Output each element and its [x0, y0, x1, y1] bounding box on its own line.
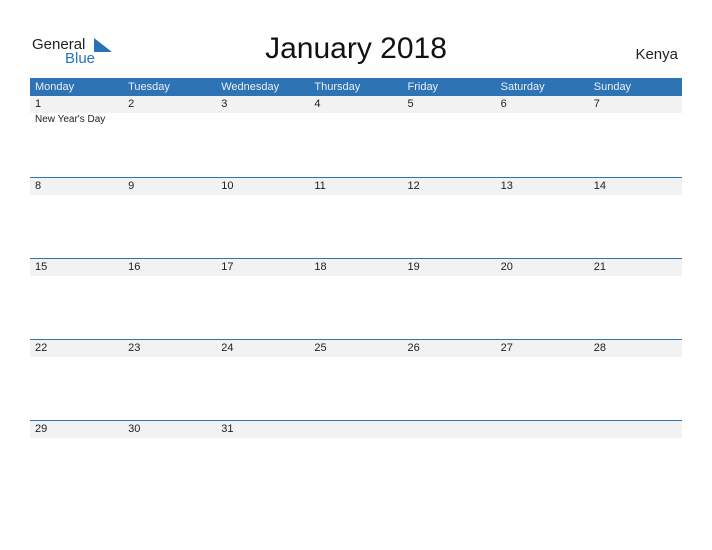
day-event: New Year's Day — [35, 114, 106, 125]
day-event — [216, 113, 309, 127]
day-number: 22 — [35, 342, 48, 354]
weekday-tuesday: Tuesday — [128, 81, 170, 93]
weekday-sunday: Sunday — [593, 81, 632, 93]
day-number: 26 — [407, 342, 420, 354]
day-number: 2 — [128, 98, 135, 110]
day-number: 31 — [221, 423, 234, 435]
day-number: 6 — [500, 98, 507, 110]
day-number: 16 — [128, 261, 141, 273]
week-row: 22 23 24 25 26 27 28 — [30, 339, 682, 421]
day-number: 5 — [407, 98, 414, 110]
day-number: 19 — [407, 261, 420, 273]
day-number: 27 — [500, 342, 513, 354]
day-number — [403, 421, 496, 438]
country-label: Kenya — [635, 46, 678, 63]
weekday-header: Monday Tuesday Wednesday Thursday Friday… — [30, 78, 682, 96]
day-number: 30 — [128, 423, 141, 435]
week-row: 15 16 17 18 19 20 21 — [30, 258, 682, 340]
day-number: 24 — [221, 342, 234, 354]
day-number-row: 1 2 3 4 5 6 7 — [30, 96, 682, 113]
day-number: 29 — [35, 423, 48, 435]
day-number: 8 — [35, 180, 42, 192]
week-row: 8 9 10 11 12 13 14 — [30, 177, 682, 259]
page-title: January 2018 — [265, 32, 447, 65]
day-number: 3 — [221, 98, 228, 110]
day-number — [496, 421, 589, 438]
day-number — [309, 421, 402, 438]
day-number: 4 — [314, 98, 321, 110]
weekday-thursday: Thursday — [314, 81, 361, 93]
day-number: 18 — [314, 261, 327, 273]
day-number: 28 — [593, 342, 606, 354]
day-number: 23 — [128, 342, 141, 354]
day-number: 20 — [500, 261, 513, 273]
day-event — [589, 113, 682, 127]
day-event — [123, 113, 216, 127]
day-number: 1 — [35, 98, 42, 110]
day-number-row: 22 23 24 25 26 27 28 — [30, 340, 682, 357]
weekday-saturday: Saturday — [500, 81, 545, 93]
weekday-wednesday: Wednesday — [221, 81, 280, 93]
weekday-friday: Friday — [407, 81, 439, 93]
week-row: 1 2 3 4 5 6 7 New Year's Day — [30, 96, 682, 177]
day-number: 11 — [314, 180, 326, 192]
day-number: 21 — [593, 261, 606, 273]
event-row: New Year's Day — [30, 113, 682, 127]
day-number: 12 — [407, 180, 420, 192]
day-event — [496, 113, 589, 127]
week-row: 29 30 31 — [30, 420, 682, 502]
day-number-row: 8 9 10 11 12 13 14 — [30, 178, 682, 195]
day-number: 10 — [221, 180, 234, 192]
day-number: 7 — [593, 98, 600, 110]
day-number-row: 15 16 17 18 19 20 21 — [30, 259, 682, 276]
day-number: 14 — [593, 180, 606, 192]
weekday-monday: Monday — [35, 81, 75, 93]
day-number: 15 — [35, 261, 48, 273]
day-number: 17 — [221, 261, 234, 273]
day-number: 25 — [314, 342, 327, 354]
day-number: 9 — [128, 180, 135, 192]
day-number — [589, 421, 682, 438]
day-number-row: 29 30 31 — [30, 421, 682, 438]
day-event — [309, 113, 402, 127]
day-number: 13 — [500, 180, 513, 192]
day-event — [403, 113, 496, 127]
